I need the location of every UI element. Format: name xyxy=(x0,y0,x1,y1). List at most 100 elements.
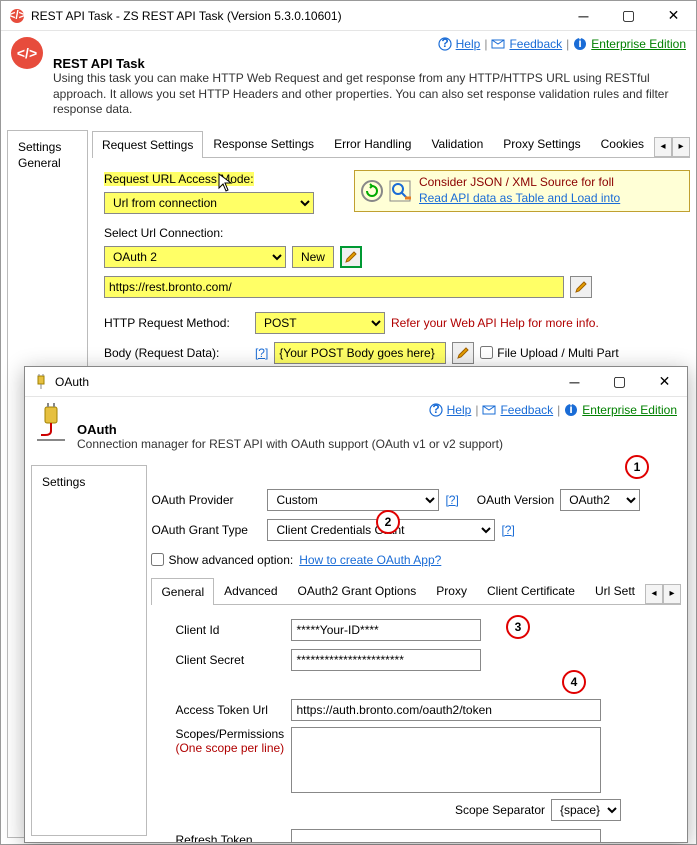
oauth-help-link[interactable]: Help xyxy=(447,403,472,417)
info-icon: i xyxy=(564,403,578,417)
token-url-label: Access Token Url xyxy=(175,703,285,717)
plug-icon xyxy=(33,374,49,390)
version-label: OAuth Version xyxy=(477,493,554,507)
oauth-minimize-button[interactable]: ─ xyxy=(552,367,597,396)
oauth-window: OAuth ─ ▢ ✕ ? Help | Feedback | i Enterp… xyxy=(24,366,688,843)
access-mode-label: Request URL Access Mode: xyxy=(104,172,254,186)
oauth-tab-scroll-left[interactable]: ◂ xyxy=(645,584,663,604)
maximize-button[interactable]: ▢ xyxy=(606,1,651,30)
oauth-maximize-button[interactable]: ▢ xyxy=(597,367,642,396)
pencil-icon xyxy=(574,280,588,294)
info-icon: i xyxy=(573,37,587,51)
token-url-input[interactable] xyxy=(291,699,601,721)
tab-advanced[interactable]: Advanced xyxy=(214,577,287,604)
scope-sep-select[interactable]: {space} xyxy=(551,799,621,821)
svg-text:</>: </> xyxy=(9,8,25,22)
tab-cookies[interactable]: Cookies xyxy=(591,130,654,157)
oauth-header: ? Help | Feedback | i Enterprise Edition… xyxy=(25,397,687,459)
oauth-nav-settings[interactable]: Settings xyxy=(42,474,136,490)
edit-body-button[interactable] xyxy=(452,342,474,364)
oauth-feedback-link[interactable]: Feedback xyxy=(500,403,553,417)
tab-general[interactable]: General xyxy=(151,578,214,605)
client-secret-input[interactable] xyxy=(291,649,481,671)
svg-text:?: ? xyxy=(441,37,448,50)
oauth-titlebar: OAuth ─ ▢ ✕ xyxy=(25,367,687,397)
tab-response-settings[interactable]: Response Settings xyxy=(203,130,324,157)
method-select[interactable]: POST xyxy=(255,312,385,334)
provider-select[interactable]: Custom xyxy=(267,489,439,511)
header-desc: Using this task you can make HTTP Web Re… xyxy=(53,71,686,118)
body-input[interactable] xyxy=(274,342,446,364)
new-connection-button[interactable]: New xyxy=(292,246,334,268)
infobox-line2[interactable]: Read API data as Table and Load into xyxy=(419,191,685,207)
client-secret-label: Client Secret xyxy=(175,653,285,667)
access-mode-select[interactable]: Url from connection xyxy=(104,192,314,214)
tab-proxy-settings[interactable]: Proxy Settings xyxy=(493,130,590,157)
main-tabstrip: Request Settings Response Settings Error… xyxy=(92,130,690,158)
method-label: HTTP Request Method: xyxy=(104,316,249,330)
grant-select[interactable]: Client Credentials Grant xyxy=(267,519,495,541)
tab-url-settings[interactable]: Url Sett xyxy=(585,577,645,604)
minimize-button[interactable]: ─ xyxy=(561,1,606,30)
file-upload-checkbox[interactable]: File Upload / Multi Part xyxy=(480,346,618,360)
tab-scroll-left[interactable]: ◂ xyxy=(654,137,672,157)
main-title: REST API Task - ZS REST API Task (Versio… xyxy=(31,9,561,23)
oauth-tabstrip: General Advanced OAuth2 Grant Options Pr… xyxy=(151,577,681,605)
oauth-edition-link[interactable]: Enterprise Edition xyxy=(582,403,677,417)
svg-text:i: i xyxy=(579,37,582,50)
oauth-header-desc: Connection manager for REST API with OAu… xyxy=(77,437,677,453)
inspect-icon xyxy=(387,178,413,204)
create-app-link[interactable]: How to create OAuth App? xyxy=(299,553,441,567)
provider-label: OAuth Provider xyxy=(151,493,261,507)
oauth-tab-scroll-right[interactable]: ▸ xyxy=(663,584,681,604)
api-icon: </> xyxy=(11,37,43,69)
tab-scroll-right[interactable]: ▸ xyxy=(672,137,690,157)
conn-label: Select Url Connection: xyxy=(104,226,223,240)
tab-error-handling[interactable]: Error Handling xyxy=(324,130,421,157)
refresh-token-label: Refresh Token xyxy=(175,833,285,842)
body-help[interactable]: [?] xyxy=(255,346,268,360)
svg-text:i: i xyxy=(570,403,573,416)
mail-icon xyxy=(482,403,496,417)
tab-grant-options[interactable]: OAuth2 Grant Options xyxy=(288,577,427,604)
client-id-input[interactable] xyxy=(291,619,481,641)
provider-help[interactable]: [?] xyxy=(445,493,458,507)
scopes-label: Scopes/Permissions xyxy=(175,727,284,741)
tab-oauth-proxy[interactable]: Proxy xyxy=(426,577,477,604)
help-link[interactable]: Help xyxy=(456,37,481,51)
svg-text:?: ? xyxy=(432,403,439,416)
app-icon: </> xyxy=(9,8,25,24)
url-input[interactable] xyxy=(104,276,564,298)
scope-sep-label: Scope Separator xyxy=(455,803,545,817)
plug-large-icon xyxy=(35,403,67,443)
nav-settings[interactable]: Settings xyxy=(18,139,77,155)
edit-connection-button[interactable] xyxy=(340,246,362,268)
mail-icon xyxy=(491,37,505,51)
refresh-token-input[interactable] xyxy=(291,829,601,842)
advanced-checkbox[interactable]: Show advanced option: xyxy=(151,553,293,567)
grant-help[interactable]: [?] xyxy=(501,523,514,537)
feedback-link[interactable]: Feedback xyxy=(509,37,562,51)
tab-validation[interactable]: Validation xyxy=(421,130,493,157)
nav-general[interactable]: General xyxy=(18,155,77,171)
header-title: REST API Task xyxy=(53,56,686,71)
scopes-hint: (One scope per line) xyxy=(175,741,284,755)
oauth-header-title: OAuth xyxy=(77,422,677,437)
close-button[interactable]: ✕ xyxy=(651,1,696,30)
method-hint: Refer your Web API Help for more info. xyxy=(391,316,599,330)
oauth-left-panel: Settings xyxy=(31,465,147,836)
client-id-label: Client Id xyxy=(175,623,285,637)
edit-url-button[interactable] xyxy=(570,276,592,298)
help-icon: ? xyxy=(438,37,452,51)
tab-client-cert[interactable]: Client Certificate xyxy=(477,577,585,604)
infobox-line1: Consider JSON / XML Source for foll xyxy=(419,175,685,191)
scopes-textarea[interactable] xyxy=(291,727,601,793)
version-select[interactable]: OAuth2 xyxy=(560,489,640,511)
oauth-close-button[interactable]: ✕ xyxy=(642,367,687,396)
edition-link[interactable]: Enterprise Edition xyxy=(591,37,686,51)
tab-request-settings[interactable]: Request Settings xyxy=(92,131,203,158)
info-box: Consider JSON / XML Source for foll Read… xyxy=(354,170,690,212)
connection-select[interactable]: OAuth 2 xyxy=(104,246,286,268)
main-header: </> ? Help | Feedback | i Enterprise Edi… xyxy=(1,31,696,124)
grant-label: OAuth Grant Type xyxy=(151,523,261,537)
